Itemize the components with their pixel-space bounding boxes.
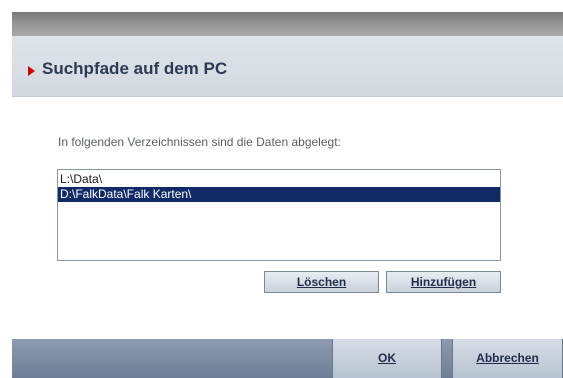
cancel-button-label: Abbrechen: [476, 351, 539, 365]
list-item[interactable]: D:\FalkData\Falk Karten\: [58, 187, 500, 202]
list-item[interactable]: L:\Data\: [58, 172, 500, 187]
search-path-list[interactable]: L:\Data\ D:\FalkData\Falk Karten\: [57, 169, 501, 261]
cancel-button[interactable]: Abbrechen: [452, 339, 563, 378]
add-button[interactable]: Hinzufügen: [386, 271, 501, 293]
ok-button[interactable]: OK: [332, 339, 442, 378]
page-title: Suchpfade auf dem PC: [42, 59, 228, 78]
ok-button-label: OK: [378, 351, 396, 365]
arrow-right-icon: [28, 66, 35, 76]
window-titlebar: [0, 0, 563, 12]
instruction-text: In folgenden Verzeichnissen sind die Dat…: [58, 135, 341, 149]
delete-button-label: Löschen: [296, 275, 347, 289]
delete-button[interactable]: Löschen: [264, 271, 379, 293]
add-button-label: Hinzufügen: [410, 275, 477, 289]
dialog-top-bar: [12, 12, 563, 36]
